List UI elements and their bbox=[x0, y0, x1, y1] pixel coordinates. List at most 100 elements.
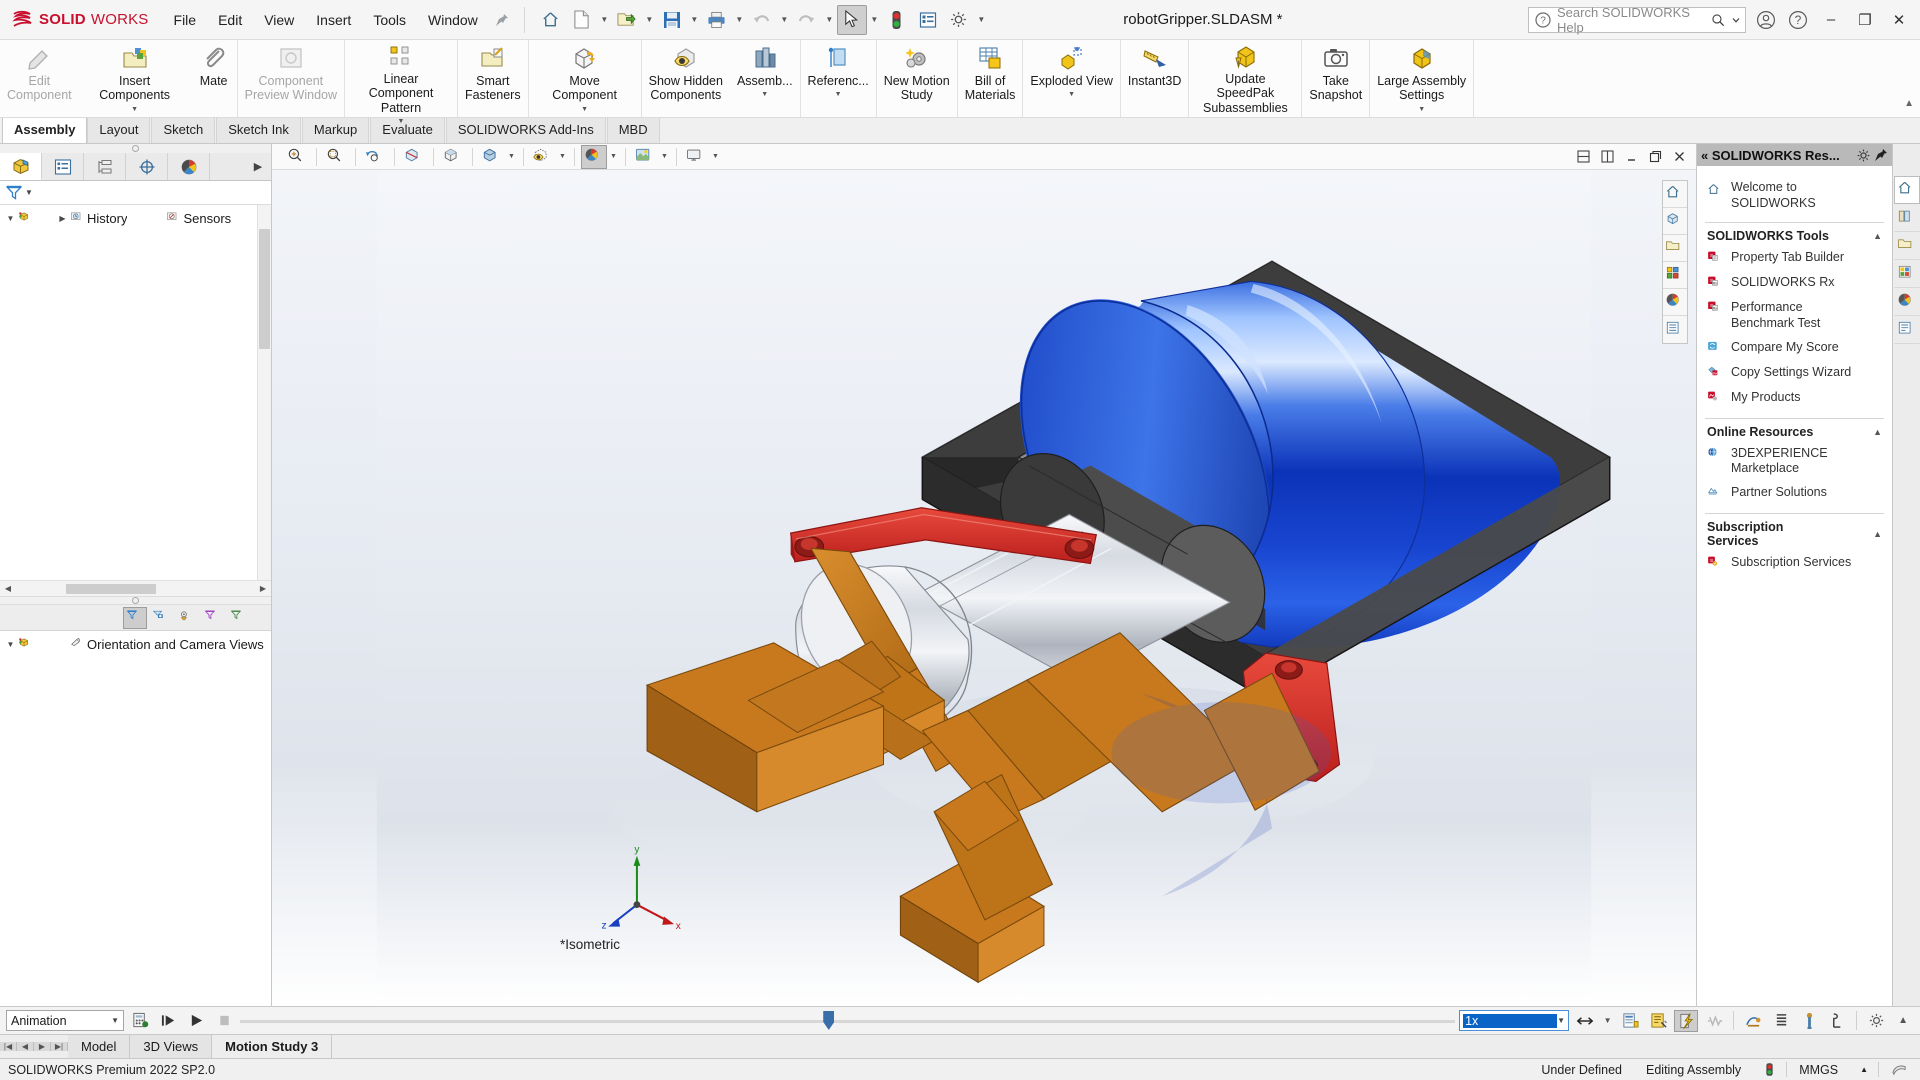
results-plots-button[interactable] bbox=[1825, 1010, 1849, 1032]
ribbon-collapse-icon[interactable]: ▲ bbox=[1904, 98, 1914, 109]
view-settings-button[interactable] bbox=[683, 145, 709, 169]
zoom-to-fit-button[interactable] bbox=[284, 145, 310, 169]
chevron-up-icon[interactable]: ▲ bbox=[1873, 529, 1882, 539]
task-pane-item[interactable]: Partner Solutions bbox=[1705, 481, 1884, 506]
animation-mode-select[interactable]: Animation ▼ bbox=[6, 1010, 124, 1031]
chevron-down-icon[interactable]: ▼ bbox=[1418, 106, 1425, 113]
pin-icon[interactable] bbox=[1874, 148, 1888, 162]
ribbon-button-move-component[interactable]: Move Component ▼ bbox=[529, 40, 641, 117]
user-account-icon[interactable] bbox=[1750, 4, 1782, 36]
spring-button[interactable] bbox=[1702, 1010, 1726, 1032]
redo-button[interactable] bbox=[792, 5, 822, 35]
chevron-down-icon[interactable]: ▼ bbox=[398, 118, 405, 125]
status-units[interactable]: MMGS bbox=[1787, 1063, 1850, 1077]
playback-mode-button[interactable] bbox=[1573, 1010, 1597, 1032]
motor-button[interactable] bbox=[1674, 1009, 1699, 1032]
animation-wizard-button[interactable] bbox=[1646, 1010, 1670, 1032]
tab-navigation-arrows[interactable]: |◀ ◀ ▶ ▶| bbox=[0, 1035, 68, 1058]
first-tab-button[interactable]: |◀ bbox=[0, 1042, 17, 1051]
chevron-up-icon[interactable]: ▲ bbox=[1873, 427, 1882, 437]
feature-manager-expand-button[interactable]: ▶ bbox=[245, 153, 271, 180]
motion-manager-toolbar[interactable] bbox=[0, 605, 271, 631]
print-caret[interactable]: ▼ bbox=[733, 5, 746, 35]
filter-funnel-icon[interactable] bbox=[6, 185, 22, 200]
view-scenes-button[interactable] bbox=[1663, 289, 1687, 316]
chevron-down-icon[interactable]: ▼ bbox=[131, 106, 138, 113]
zoom-to-area-button[interactable] bbox=[323, 145, 349, 169]
view-model-button[interactable] bbox=[1663, 208, 1687, 235]
task-pane-item[interactable]: S Property Tab Builder bbox=[1705, 246, 1884, 271]
task-pane-tabs[interactable] bbox=[1892, 144, 1920, 1006]
filter-results-button[interactable] bbox=[227, 607, 251, 629]
task-pane-item[interactable]: Compare My Score bbox=[1705, 336, 1884, 361]
ribbon-button-component-preview-window[interactable]: Component Preview Window bbox=[238, 40, 344, 117]
status-units-caret-icon[interactable]: ▲ bbox=[1850, 1065, 1878, 1074]
task-pane-view-palette-tab[interactable] bbox=[1893, 260, 1920, 288]
close-doc-button[interactable] bbox=[1668, 146, 1690, 168]
feature-tree-scrollbar[interactable] bbox=[257, 205, 271, 580]
feature-manager-tab[interactable] bbox=[0, 153, 42, 180]
motion-tree-node[interactable]: Orientation and Camera Views bbox=[35, 635, 268, 655]
task-pane-appearances-tab[interactable] bbox=[1893, 288, 1920, 316]
task-pane-item[interactable]: S Rx SOLIDWORKS Rx bbox=[1705, 271, 1884, 296]
chevron-down-icon[interactable]: ▼ bbox=[557, 145, 568, 169]
chevron-down-icon[interactable]: ▼ bbox=[835, 91, 842, 98]
edit-appearance-button[interactable] bbox=[581, 144, 607, 169]
ribbon-toolbar[interactable]: Edit Component Insert Components ▼ Mate C… bbox=[0, 40, 1920, 125]
save-button[interactable] bbox=[657, 5, 687, 35]
motion-study-toolbar[interactable]: Animation ▼ 1x ▼ ▼ ▲ bbox=[0, 1006, 1920, 1034]
pin-icon[interactable] bbox=[489, 13, 519, 27]
section-view-button[interactable] bbox=[401, 145, 427, 169]
ribbon-button-linear-component-pattern[interactable]: Linear Component Pattern ▼ bbox=[345, 40, 457, 125]
ribbon-button-instant3d[interactable]: Instant3D bbox=[1121, 40, 1189, 117]
playback-speed-select[interactable]: 1x ▼ bbox=[1459, 1010, 1570, 1031]
command-tab-solidworks-add-ins[interactable]: SOLIDWORKS Add-Ins bbox=[445, 117, 606, 143]
motion-filter-button[interactable] bbox=[123, 606, 147, 629]
contact-button[interactable] bbox=[1741, 1010, 1765, 1032]
select-button[interactable] bbox=[836, 4, 867, 35]
save-caret[interactable]: ▼ bbox=[688, 5, 701, 35]
view-folder-button[interactable] bbox=[1663, 235, 1687, 262]
animation-timeline[interactable] bbox=[240, 1010, 1456, 1032]
stop-button[interactable] bbox=[212, 1010, 236, 1032]
command-tab-sketch-ink[interactable]: Sketch Ink bbox=[216, 117, 301, 143]
graphics-area[interactable]: ▼ ▼ ▼ ▼ ▼ y x z *Isometric bbox=[272, 144, 1696, 1006]
play-from-start-button[interactable] bbox=[156, 1010, 180, 1032]
ribbon-button-new-motion-study[interactable]: New Motion Study bbox=[877, 40, 957, 117]
command-tab-markup[interactable]: Markup bbox=[301, 117, 370, 143]
apply-scene-button[interactable] bbox=[632, 145, 658, 169]
display-manager-tab[interactable] bbox=[168, 153, 210, 180]
search-help-box[interactable]: ? Search SOLIDWORKS Help bbox=[1528, 5, 1746, 35]
ribbon-button-assembly-features[interactable]: Assemb... ▼ bbox=[730, 40, 800, 117]
timeline-key-marker[interactable] bbox=[823, 1011, 835, 1030]
view-orientation-button[interactable] bbox=[440, 145, 466, 169]
open-document-button[interactable] bbox=[612, 5, 642, 35]
menu-item-view[interactable]: View bbox=[253, 6, 305, 34]
tree-toggle-icon[interactable]: ▼ bbox=[4, 214, 17, 223]
minimize-window-button[interactable]: – bbox=[1814, 3, 1848, 37]
task-pane-item[interactable]: sw Copy Settings Wizard bbox=[1705, 361, 1884, 386]
save-animation-button[interactable] bbox=[1618, 1010, 1642, 1032]
document-tab-3d-views[interactable]: 3D Views bbox=[130, 1035, 213, 1058]
help-circle-icon[interactable]: ? bbox=[1782, 4, 1814, 36]
next-tab-button[interactable]: ▶ bbox=[34, 1042, 51, 1051]
document-tab-model[interactable]: Model bbox=[68, 1035, 131, 1058]
motion-study-properties-button[interactable] bbox=[1864, 1010, 1888, 1032]
playback-mode-caret[interactable]: ▼ bbox=[1601, 1010, 1614, 1032]
ribbon-button-smart-fasteners[interactable]: Smart Fasteners bbox=[458, 40, 528, 117]
chevron-up-icon[interactable]: ▲ bbox=[1873, 231, 1882, 241]
minimize-doc-button[interactable] bbox=[1620, 146, 1642, 168]
task-pane-design-library-tab[interactable] bbox=[1893, 204, 1920, 232]
rebuild-button[interactable] bbox=[882, 5, 912, 35]
panel-grip-top[interactable] bbox=[0, 144, 271, 153]
file-properties-button[interactable] bbox=[913, 5, 943, 35]
motion-tree-node[interactable]: ▶ Lights, Cameras and Scene bbox=[268, 635, 271, 655]
play-button[interactable] bbox=[184, 1010, 208, 1032]
magnifier-icon[interactable] bbox=[1711, 13, 1725, 27]
feature-tree-filter[interactable]: ▼ bbox=[0, 181, 271, 205]
task-pane-content[interactable]: Welcome to SOLIDWORKS SOLIDWORKS Tools ▲ … bbox=[1697, 166, 1892, 1006]
feature-tree-node[interactable]: ▶ History bbox=[35, 209, 131, 229]
chevron-down-icon[interactable]: ▼ bbox=[659, 145, 670, 169]
view-list-button[interactable] bbox=[1663, 316, 1687, 343]
panel-splitter[interactable] bbox=[0, 596, 271, 605]
